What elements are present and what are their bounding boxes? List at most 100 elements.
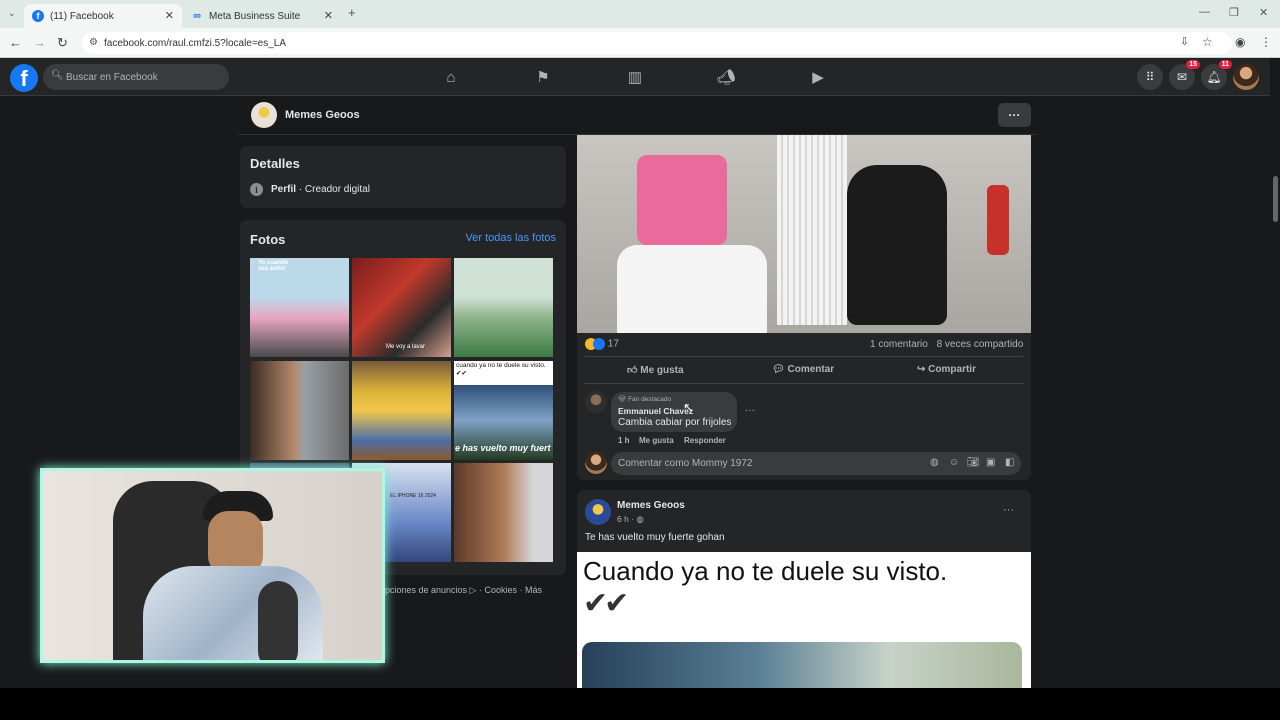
notifications-bell-icon[interactable]: 🔔︎ 11: [1201, 60, 1232, 90]
url-text: facebook.com/raul.cmfzi.5?locale=es_LA: [104, 37, 287, 49]
install-icon[interactable]: ⇩: [1180, 35, 1189, 48]
close-window-icon[interactable]: ✕: [1259, 6, 1268, 19]
photo-thumb[interactable]: [454, 258, 553, 357]
profile-icon[interactable]: ◉: [1235, 35, 1245, 49]
profile-category: Perfil · Creador digital: [271, 184, 370, 195]
tab-facebook[interactable]: f (11) Facebook ✕: [24, 4, 182, 28]
details-card: Detalles i Perfil · Creador digital: [240, 146, 566, 208]
tab-search-icon[interactable]: ⌄: [8, 8, 16, 19]
footer-links[interactable]: Opciones de anuncios ▷ · Cookies · Más: [378, 585, 542, 596]
home-icon[interactable]: ⌂: [441, 67, 461, 87]
like-reaction-icon: [593, 338, 605, 350]
comment-label: Comentar: [787, 364, 835, 375]
bookmark-star-icon[interactable]: ☆: [1202, 35, 1213, 49]
notifications-badge: 11: [1218, 60, 1232, 69]
photo-caption: Yo cuando sea señor: [258, 260, 289, 272]
post-more-button[interactable]: ···: [1003, 504, 1014, 516]
account-avatar[interactable]: [1233, 64, 1259, 90]
thumbs-up-icon: 👍︎: [627, 365, 638, 376]
divider: [585, 356, 1023, 357]
page-name[interactable]: Memes Geoos: [285, 109, 360, 121]
page-avatar[interactable]: [251, 102, 277, 128]
search-input[interactable]: 🔍︎ Buscar en Facebook: [43, 64, 229, 90]
profile-label: Perfil: [271, 184, 297, 195]
comment-icon: 💬︎: [772, 364, 785, 375]
post-author-avatar[interactable]: [585, 499, 611, 525]
comment-button[interactable]: 💬︎ Comentar: [772, 364, 834, 375]
photo-thumb[interactable]: [454, 463, 553, 562]
post-time[interactable]: 6 h · ◍: [617, 514, 644, 525]
messenger-icon[interactable]: ✉ 15: [1169, 60, 1200, 90]
comment-input[interactable]: Comentar como Mommy 1972 ◍ ☺ 📷︎ ▣ ◧: [611, 452, 1021, 475]
post-image[interactable]: Cuando ya no te duele su visto. ✔✔: [577, 552, 1031, 688]
mouse-cursor-icon: ↖: [683, 400, 694, 415]
comments-count[interactable]: 1 comentario: [870, 339, 928, 350]
facebook-favicon-icon: f: [32, 10, 44, 22]
photo-caption: e has vuelto muy fuert: [455, 443, 551, 453]
commenter-avatar[interactable]: [585, 391, 607, 413]
comment-text: Cambia cabiar por frijoles: [618, 417, 732, 428]
photo-thumb[interactable]: [250, 361, 349, 460]
post-author[interactable]: Memes Geoos: [617, 500, 685, 511]
photo-thumb[interactable]: cuando ya no te duele su visto. ✔✔ e has…: [454, 361, 553, 460]
maximize-icon[interactable]: ❐: [1229, 6, 1239, 19]
meme-checks: ✔✔: [583, 587, 629, 620]
reactions-summary[interactable]: 17: [585, 338, 619, 350]
comment-bubble: 💎︎ Fan destacado Emmanuel Chavez Cambia …: [611, 392, 737, 432]
photo-caption: EL IPHONE 16 2024: [390, 493, 436, 499]
insights-icon[interactable]: ▥: [625, 67, 645, 87]
shares-count[interactable]: 8 veces compartido: [937, 339, 1024, 350]
like-button[interactable]: 👍︎ Me gusta: [627, 364, 684, 376]
new-tab-button[interactable]: +: [348, 5, 356, 20]
meta-favicon-icon: ∞: [193, 10, 201, 22]
sticker-icon[interactable]: ◧: [1005, 457, 1014, 468]
divider: [585, 383, 1023, 384]
address-bar-row: ← → ↻ ⚙ facebook.com/raul.cmfzi.5?locale…: [0, 28, 1280, 58]
photo-caption: Me voy a lavar: [386, 344, 426, 350]
comment-author[interactable]: Emmanuel Chavez: [618, 406, 693, 416]
post-image[interactable]: [577, 135, 1031, 333]
comment-reply-button[interactable]: Responder: [684, 436, 726, 445]
facebook-header: f 🔍︎ Buscar en Facebook ⌂ ⚑ ▥ 📣︎ ▶ ⠿ ✉ 1…: [0, 58, 1270, 96]
camera-icon[interactable]: 📷︎: [967, 457, 980, 468]
gif-icon[interactable]: ▣: [986, 457, 995, 468]
comment-more-button[interactable]: ···: [745, 405, 755, 416]
pages-flag-icon[interactable]: ⚑: [533, 67, 553, 87]
photo-thumb[interactable]: Me voy a lavar: [352, 258, 451, 357]
scrollbar[interactable]: [1270, 58, 1280, 688]
share-button[interactable]: ↪ Compartir: [917, 364, 976, 375]
close-tab-icon[interactable]: ✕: [165, 9, 174, 22]
post-caption: Te has vuelto muy fuerte gohan: [585, 532, 725, 543]
site-info-icon[interactable]: ⚙: [89, 37, 98, 48]
tab-title: Meta Business Suite: [209, 10, 301, 22]
video-icon[interactable]: ▶: [808, 67, 828, 87]
current-user-avatar[interactable]: [585, 452, 607, 474]
photo-thumb[interactable]: [352, 361, 451, 460]
post-time-text: 6 h ·: [617, 514, 635, 524]
url-field[interactable]: ⚙ facebook.com/raul.cmfzi.5?locale=es_LA: [82, 32, 1232, 54]
minimize-icon[interactable]: —: [1199, 6, 1210, 18]
comment-input-placeholder: Comentar como Mommy 1972: [618, 458, 753, 469]
globe-icon: ◍: [636, 514, 644, 524]
ads-megaphone-icon[interactable]: 📣︎: [716, 67, 736, 87]
emoji-icon[interactable]: ☺: [949, 457, 959, 468]
post-stats: 1 comentario 8 veces compartido: [870, 339, 1023, 350]
page-more-button[interactable]: ···: [998, 103, 1031, 127]
forward-icon[interactable]: →: [33, 35, 46, 50]
scrollbar-thumb[interactable]: [1273, 176, 1278, 222]
back-icon[interactable]: ←: [9, 35, 22, 50]
see-all-photos-link[interactable]: Ver todas las fotos: [466, 232, 557, 244]
avatar-sticker-icon[interactable]: ◍: [930, 457, 939, 468]
reload-icon[interactable]: ↻: [57, 35, 68, 51]
tab-meta-business[interactable]: ∞ Meta Business Suite ✕: [183, 4, 341, 28]
info-icon: i: [250, 183, 263, 196]
comment-like-button[interactable]: Me gusta: [639, 436, 674, 445]
close-tab-icon[interactable]: ✕: [324, 9, 333, 22]
facebook-logo-icon[interactable]: f: [10, 64, 38, 92]
photo-thumb[interactable]: Yo cuando sea señor: [250, 258, 349, 357]
search-placeholder: Buscar en Facebook: [66, 71, 158, 83]
menu-grid-icon[interactable]: ⠿: [1137, 64, 1163, 90]
menu-kebab-icon[interactable]: ⋮: [1260, 35, 1272, 49]
top-fan-badge: 💎︎ Fan destacado: [618, 396, 672, 403]
like-label: Me gusta: [640, 365, 684, 376]
